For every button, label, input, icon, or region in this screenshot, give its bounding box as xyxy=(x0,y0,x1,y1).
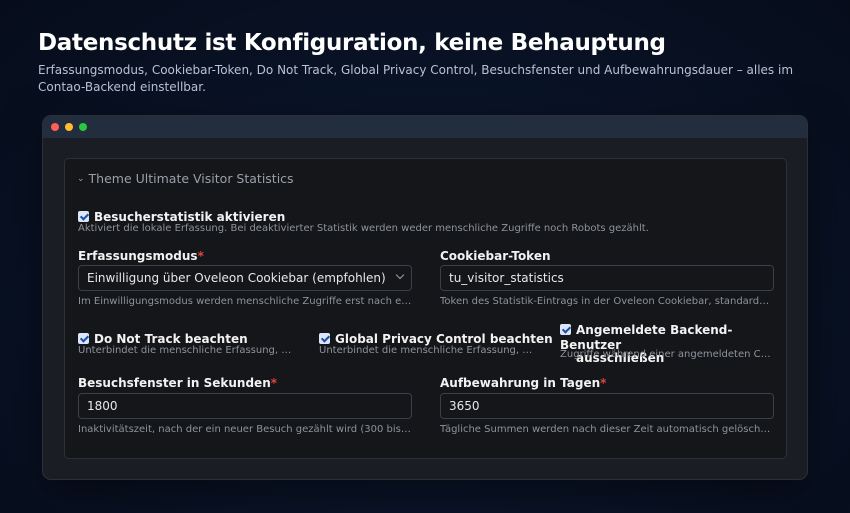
mode-help: Im Einwilligungsmodus werden menschliche… xyxy=(78,296,412,307)
close-window-dot[interactable] xyxy=(51,123,59,131)
maximize-window-dot[interactable] xyxy=(79,123,87,131)
gpc-label: Global Privacy Control beachten xyxy=(335,332,553,346)
gpc-help: Unterbindet die menschliche Erfassung, w… xyxy=(319,345,534,356)
required-marker: * xyxy=(600,376,607,390)
required-marker: * xyxy=(197,249,204,263)
retention-label-text: Aufbewahrung in Tagen xyxy=(440,376,601,390)
fieldset-legend[interactable]: ⌄ Theme Ultimate Visitor Statistics xyxy=(77,171,294,186)
enable-statistics-checkbox[interactable] xyxy=(78,211,89,222)
enable-statistics-label: Besucherstatistik aktivieren xyxy=(94,210,286,224)
hero-title: Datenschutz ist Konfiguration, keine Beh… xyxy=(38,30,666,56)
dnt-label: Do Not Track beachten xyxy=(94,332,248,346)
retention-input-value: 3650 xyxy=(449,399,480,413)
retention-help: Tägliche Summen werden nach dieser Zeit … xyxy=(440,424,774,435)
window-input-value: 1800 xyxy=(87,399,118,413)
window-help: Inaktivitätszeit, nach der ein neuer Bes… xyxy=(78,424,412,435)
required-marker: * xyxy=(270,376,278,390)
backend-checkbox[interactable] xyxy=(560,324,571,335)
backend-help: Zugriffe während einer angemeldeten Con.… xyxy=(560,349,775,360)
window-titlebar xyxy=(43,116,807,138)
fieldset-legend-label: Theme Ultimate Visitor Statistics xyxy=(88,171,294,186)
app-window: ⌄ Theme Ultimate Visitor Statistics Besu… xyxy=(42,115,808,480)
settings-fieldset: ⌄ Theme Ultimate Visitor Statistics Besu… xyxy=(64,158,787,459)
retention-label: Aufbewahrung in Tagen* xyxy=(440,376,606,390)
window-label-text: Besuchsfenster in Sekunden xyxy=(78,376,271,390)
token-label: Cookiebar-Token xyxy=(440,249,551,263)
chevron-down-icon xyxy=(395,270,405,280)
backend-label-line1: Angemeldete Backend-Benutzer xyxy=(560,323,733,352)
mode-label-text: Erfassungsmodus xyxy=(78,249,198,263)
window-label: Besuchsfenster in Sekunden* xyxy=(78,376,277,390)
enable-statistics-help: Aktiviert die lokale Erfassung. Bei deak… xyxy=(78,223,649,234)
window-input[interactable]: 1800 xyxy=(78,393,412,419)
mode-select[interactable]: Einwilligung über Oveleon Cookiebar (emp… xyxy=(78,265,412,291)
hero-subtitle: Erfassungsmodus, Cookiebar-Token, Do Not… xyxy=(38,63,794,94)
mode-select-value: Einwilligung über Oveleon Cookiebar (emp… xyxy=(87,271,386,285)
minimize-window-dot[interactable] xyxy=(65,123,73,131)
mode-label: Erfassungsmodus* xyxy=(78,249,204,263)
dnt-checkbox[interactable] xyxy=(78,333,89,344)
token-input[interactable]: tu_visitor_statistics xyxy=(440,265,774,291)
retention-input[interactable]: 3650 xyxy=(440,393,774,419)
gpc-checkbox[interactable] xyxy=(319,333,330,344)
dnt-help: Unterbindet die menschliche Erfassung, w… xyxy=(78,345,293,356)
token-help: Token des Statistik-Eintrags in der Ovel… xyxy=(440,296,774,307)
chevron-down-icon: ⌄ xyxy=(77,173,85,184)
token-input-value: tu_visitor_statistics xyxy=(449,271,564,285)
